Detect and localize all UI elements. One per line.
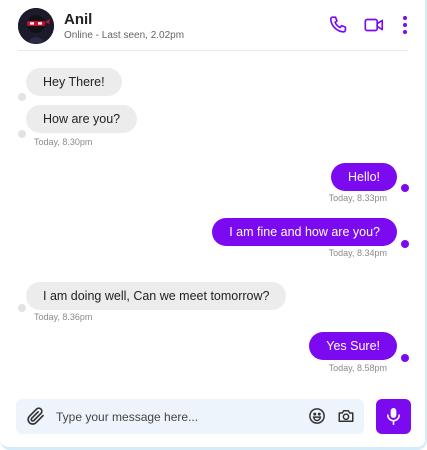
message-timestamp: Today, 8.33pm: [328, 193, 387, 203]
message-timestamp: Today, 8.30pm: [34, 137, 93, 147]
chat-header: Anil Online - Last seen, 2.02pm: [18, 8, 410, 50]
message-outgoing: I am fine and how are you?: [212, 218, 397, 246]
message-incoming: Hey There!: [26, 68, 122, 96]
message-bubble[interactable]: I am doing well, Can we meet tomorrow?: [26, 282, 287, 310]
message-bubble[interactable]: Yes Sure!: [309, 332, 397, 360]
contact-name: Anil: [64, 11, 93, 28]
message-tail: [401, 184, 409, 192]
contact-status: Online - Last seen, 2.02pm: [64, 30, 185, 41]
ninja-avatar-icon: [18, 8, 54, 44]
phone-icon[interactable]: [328, 14, 350, 36]
message-tail: [18, 304, 26, 312]
message-tail: [401, 354, 409, 362]
message-timestamp: Today, 8.58pm: [328, 363, 387, 373]
avatar[interactable]: [18, 8, 54, 44]
message-bubble[interactable]: Hey There!: [26, 68, 122, 96]
microphone-button[interactable]: [376, 399, 411, 434]
message-incoming: I am doing well, Can we meet tomorrow?: [26, 282, 287, 310]
message-composer: [16, 399, 364, 434]
message-tail: [401, 240, 409, 248]
more-vertical-icon[interactable]: [398, 14, 412, 36]
message-bubble[interactable]: Hello!: [331, 163, 397, 191]
message-timestamp: Today, 8.34pm: [328, 248, 387, 258]
message-timestamp: Today, 8.36pm: [34, 312, 93, 322]
camera-icon[interactable]: [337, 407, 355, 425]
paperclip-icon[interactable]: [26, 406, 46, 426]
microphone-icon: [387, 408, 400, 426]
chat-window: Anil Online - Last seen, 2.02pm Hey Ther…: [0, 0, 427, 450]
message-bubble[interactable]: I am fine and how are you?: [212, 218, 397, 246]
message-tail: [18, 130, 26, 138]
message-incoming: How are you?: [26, 105, 138, 133]
message-outgoing: Hello!: [331, 163, 397, 191]
emoji-icon[interactable]: [308, 407, 326, 425]
message-input[interactable]: [56, 399, 296, 434]
message-tail: [18, 93, 26, 101]
video-call-icon[interactable]: [363, 14, 385, 36]
message-outgoing: Yes Sure!: [309, 332, 397, 360]
message-bubble[interactable]: How are you?: [26, 105, 138, 133]
header-divider: [18, 50, 408, 51]
